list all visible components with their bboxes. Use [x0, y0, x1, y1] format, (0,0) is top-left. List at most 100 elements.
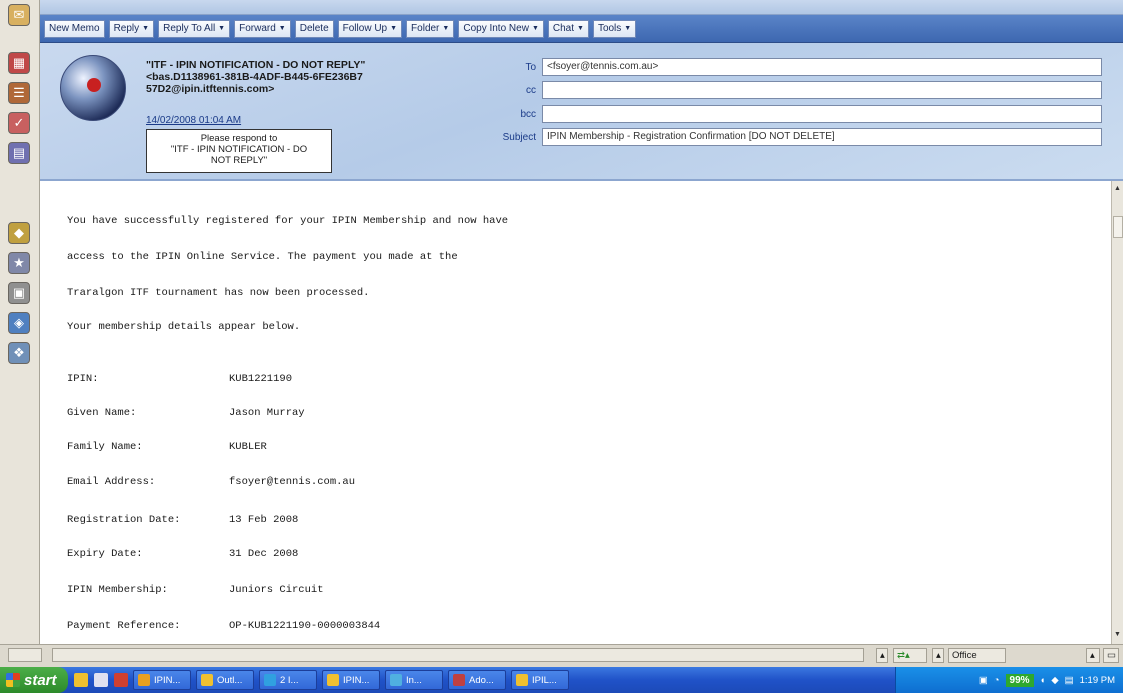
sender-address[interactable]: "ITF - IPIN NOTIFICATION - DO NOT REPLY"…: [146, 59, 386, 95]
taskbar-item-label: 2 I...: [280, 674, 299, 686]
memo-body[interactable]: You have successfully registered for you…: [40, 181, 1111, 644]
app-icon: [516, 674, 528, 686]
sender-name: "ITF - IPIN NOTIFICATION - DO NOT REPLY": [146, 59, 366, 71]
detail-value: 13 Feb 2008: [229, 514, 299, 526]
detail-value: Juniors Circuit: [229, 584, 324, 596]
wifi-icon[interactable]: ◔: [994, 675, 1000, 686]
chevron-down-icon: ▼: [218, 25, 226, 32]
detail-row-family-name: Family Name: KUBLER: [67, 441, 267, 453]
taskbar-item[interactable]: IPIL...: [511, 670, 569, 690]
quicklaunch-icon[interactable]: [94, 673, 108, 687]
detail-label: Family Name:: [67, 441, 143, 453]
favorites-icon[interactable]: ★: [8, 252, 30, 274]
replicator-icon[interactable]: ▤: [8, 142, 30, 164]
chevron-down-icon: ▼: [624, 25, 632, 32]
subject-field[interactable]: IPIN Membership - Registration Confirmat…: [542, 128, 1102, 146]
button-label: Chat: [552, 23, 574, 34]
detail-label: IPIN:: [67, 373, 99, 385]
app-icon: [264, 674, 276, 686]
taskbar-item[interactable]: IPIN...: [133, 670, 191, 690]
security-icon[interactable]: ◆: [1051, 675, 1058, 686]
window-tabs-strip: [40, 0, 1123, 15]
chevron-down-icon: ▼: [278, 25, 286, 32]
to-field[interactable]: <fsoyer@tennis.com.au>: [542, 58, 1102, 76]
taskbar-item[interactable]: 2 I...: [259, 670, 317, 690]
folder-button[interactable]: Folder ▼: [406, 19, 455, 38]
tools-button[interactable]: Tools ▼: [592, 19, 637, 38]
taskbar-item[interactable]: Ado...: [448, 670, 506, 690]
vertical-scrollbar[interactable]: ▲ ▼: [1111, 181, 1123, 644]
detail-value: 31 Dec 2008: [229, 548, 299, 560]
reply-button[interactable]: Reply ▼: [108, 19, 155, 38]
folder-icon[interactable]: ▣: [8, 282, 30, 304]
copy-into-new-button[interactable]: Copy Into New ▼: [458, 19, 544, 38]
sent-date: 14/02/2008 01:04 AM: [146, 115, 242, 126]
bcc-field[interactable]: [542, 105, 1102, 123]
display-icon[interactable]: ▤: [1065, 675, 1074, 686]
button-label: Tools: [597, 23, 622, 34]
scroll-up-icon[interactable]: ▲: [1114, 185, 1121, 192]
status-message-area[interactable]: [52, 648, 864, 662]
status-dropdown-icon[interactable]: ▴: [1086, 648, 1100, 663]
online-status-icon[interactable]: ⇄▴: [893, 648, 927, 663]
button-label: New Memo: [49, 23, 100, 34]
delete-button[interactable]: Delete: [294, 19, 334, 38]
forward-button[interactable]: Forward ▼: [234, 19, 291, 38]
sender-email-line: 57D2@ipin.itftennis.com>: [146, 83, 275, 95]
scroll-thumb[interactable]: [1113, 216, 1123, 238]
button-label: Follow Up: [342, 23, 388, 34]
inbox-status-icon[interactable]: ▭: [1103, 648, 1119, 663]
detail-row-expiry-date: Expiry Date: 31 Dec 2008: [67, 548, 298, 560]
volume-icon[interactable]: ◖: [1040, 675, 1046, 686]
chevron-down-icon: ▼: [142, 25, 150, 32]
network-icon[interactable]: ▣: [979, 675, 988, 686]
system-tray: ▣ ◔ 99% ◖ ◆ ▤ 1:19 PM: [895, 667, 1123, 693]
taskbar-item[interactable]: IPIN...: [322, 670, 380, 690]
cc-label: cc: [526, 85, 536, 96]
taskbar-item[interactable]: Outl...: [196, 670, 254, 690]
respond-to-label: Please respond to: [200, 133, 278, 144]
button-label: Reply To All: [163, 23, 216, 34]
to-label: To: [525, 62, 536, 73]
chat-button[interactable]: Chat ▼: [547, 19, 589, 38]
notes-mail-window: ✉ ▦ ☰ ✓ ▤ ◆ ★ ▣ ◈ ❖ New Memo Reply ▼ Repl…: [0, 0, 1123, 693]
button-label: Forward: [239, 23, 276, 34]
mail-icon[interactable]: ✉: [8, 4, 30, 26]
status-dropdown-icon[interactable]: ▴: [876, 648, 888, 663]
bcc-label: bcc: [520, 109, 536, 120]
body-paragraph: Traralgon ITF tournament has now been pr…: [67, 287, 370, 299]
respond-to-value: "ITF - IPIN NOTIFICATION - DO: [170, 144, 308, 155]
taskbar-item-label: IPIN...: [343, 674, 370, 686]
todo-icon[interactable]: ✓: [8, 112, 30, 134]
chevron-down-icon: ▼: [390, 25, 398, 32]
taskbar-item-label: Ado...: [469, 674, 494, 686]
battery-level[interactable]: 99%: [1005, 673, 1034, 687]
start-button[interactable]: start: [0, 667, 68, 693]
reply-to-all-button[interactable]: Reply To All ▼: [158, 19, 231, 38]
taskbar-item[interactable]: In...: [385, 670, 443, 690]
status-indicator[interactable]: [8, 648, 42, 662]
status-dropdown-icon[interactable]: ▴: [932, 648, 944, 663]
taskbar-item-label: Outl...: [217, 674, 243, 686]
app-icon: [327, 674, 339, 686]
more-bookmarks-icon[interactable]: ❖: [8, 342, 30, 364]
quicklaunch-icon[interactable]: [114, 673, 128, 687]
body-paragraph: access to the IPIN Online Service. The p…: [67, 251, 458, 263]
contacts-icon[interactable]: ☰: [8, 82, 30, 104]
button-label: Delete: [299, 23, 329, 34]
bookmark-icon[interactable]: ◈: [8, 312, 30, 334]
app-icon: [201, 674, 213, 686]
detail-label: IPIN Membership:: [67, 584, 168, 596]
detail-label: Payment Reference:: [67, 620, 181, 632]
cc-field[interactable]: [542, 81, 1102, 99]
taskbar-item-label: IPIL...: [532, 674, 557, 686]
databases-icon[interactable]: ◆: [8, 222, 30, 244]
calendar-icon[interactable]: ▦: [8, 52, 30, 74]
quicklaunch-icon[interactable]: [74, 673, 88, 687]
taskbar-item-label: In...: [406, 674, 422, 686]
detail-label: Expiry Date:: [67, 548, 143, 560]
location-selector[interactable]: Office: [948, 648, 1006, 663]
scroll-down-icon[interactable]: ▼: [1114, 631, 1121, 638]
new-memo-button[interactable]: New Memo: [44, 19, 105, 38]
follow-up-button[interactable]: Follow Up ▼: [337, 19, 403, 38]
